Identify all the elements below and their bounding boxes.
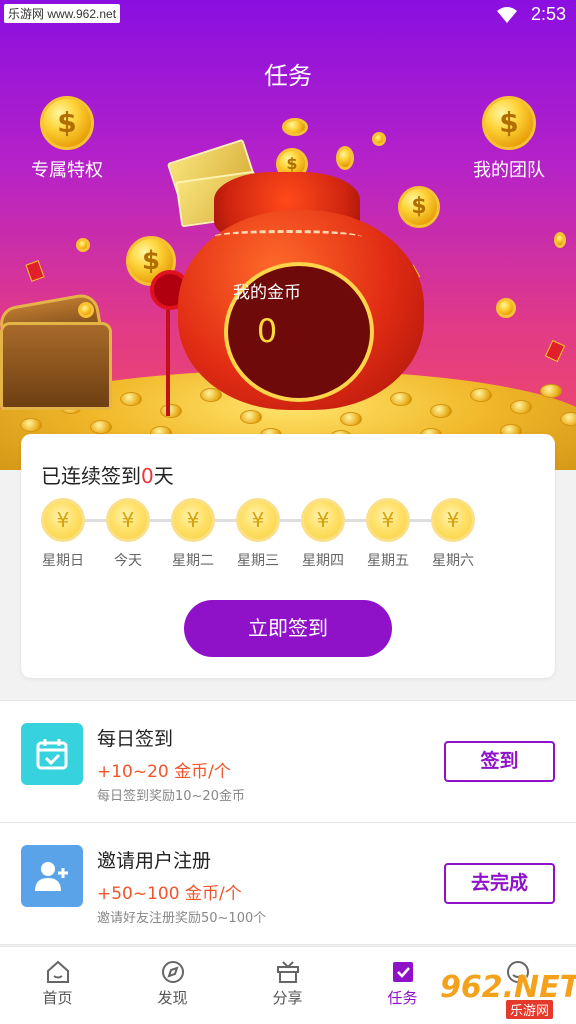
wifi-icon — [497, 7, 517, 23]
weekday-label: 星期二 — [172, 553, 214, 569]
weekday-coin-6: ¥ 星期六 — [423, 498, 483, 570]
exclusive-privilege-button[interactable]: $ 专属特权 — [12, 96, 122, 182]
dollar-coin-icon: $ — [482, 96, 536, 150]
task-description: 邀请好友注册奖励50~100个 — [97, 911, 267, 926]
pile-coin — [120, 392, 142, 406]
gold-balance-value: 0 — [256, 312, 278, 350]
coin-decoration — [282, 118, 308, 136]
page-title: 任务 — [264, 62, 312, 90]
money-bag-rope — [212, 230, 362, 244]
task-description: 每日签到奖励10~20金币 — [97, 789, 245, 804]
yen-coin-icon: ¥ — [301, 498, 345, 542]
weekday-coin-3: ¥ 星期三 — [228, 498, 288, 570]
home-icon — [46, 960, 69, 983]
pile-coin — [240, 410, 262, 424]
nav-label: 首页 — [42, 989, 73, 1007]
coin-decoration — [554, 232, 566, 248]
watermark-text: 乐游网 — [506, 1000, 554, 1019]
status-bar: 乐游网 www.962.net 2:53 — [0, 0, 576, 30]
sign-in-now-button[interactable]: 立即签到 — [184, 600, 392, 657]
pile-coin — [560, 412, 576, 426]
task-title: 邀请用户注册 — [97, 850, 212, 872]
my-team-button[interactable]: $ 我的团队 — [454, 96, 564, 182]
streak-days: 0 — [141, 464, 154, 488]
knot-tassel — [166, 306, 170, 416]
streak-suffix: 天 — [153, 464, 174, 488]
coin-decoration — [336, 146, 354, 170]
yen-coin-icon: ¥ — [41, 498, 85, 542]
weekday-label: 今天 — [114, 553, 142, 569]
weekday-label: 星期四 — [302, 553, 344, 569]
weekday-coin-0: ¥ 星期日 — [33, 498, 93, 570]
coin-decoration — [78, 302, 94, 318]
task-title: 每日签到 — [97, 728, 174, 750]
yen-coin-icon: ¥ — [431, 498, 475, 542]
pile-coin — [90, 420, 112, 434]
coin-decoration — [76, 238, 90, 252]
weekday-coin-5: ¥ 星期五 — [358, 498, 418, 570]
weekday-coin-1: ¥ 今天 — [98, 498, 158, 570]
yen-coin-icon: ¥ — [106, 498, 150, 542]
nav-label: 分享 — [272, 989, 303, 1007]
nav-item-home[interactable]: 首页 — [0, 959, 115, 1008]
add-user-icon — [21, 845, 83, 907]
pile-coin — [430, 404, 452, 418]
compass-icon — [161, 961, 184, 983]
weekday-label: 星期五 — [367, 553, 409, 569]
task-item-daily-signin: 每日签到 +10~20 金币/个 每日签到奖励10~20金币 签到 — [0, 701, 576, 823]
yen-coin-icon: ¥ — [366, 498, 410, 542]
nav-item-share[interactable]: 分享 — [230, 959, 345, 1008]
task-list: 每日签到 +10~20 金币/个 每日签到奖励10~20金币 签到 邀请用户注册… — [0, 701, 576, 945]
task-reward: +10~20 金币/个 — [97, 762, 231, 782]
dollar-coin-icon: $ — [40, 96, 94, 150]
pile-coin — [340, 412, 362, 426]
weekday-label: 星期六 — [432, 553, 474, 569]
my-team-label: 我的团队 — [473, 160, 545, 181]
pile-coin — [20, 418, 42, 432]
coin-decoration — [496, 298, 516, 318]
invite-complete-button[interactable]: 去完成 — [444, 863, 555, 904]
exclusive-privilege-label: 专属特权 — [31, 160, 103, 181]
pile-coin — [470, 388, 492, 402]
corner-watermark: 962.NET 乐游网 — [440, 970, 576, 1020]
red-envelope-decoration — [544, 339, 566, 363]
nav-label: 发现 — [157, 989, 188, 1007]
yen-coin-icon: ¥ — [236, 498, 280, 542]
signin-card: 已连续签到0天 ¥ 星期日 ¥ 今天 ¥ 星期二 ¥ 星期三 ¥ 星期四 ¥ 星期五 ¥ 星期六 立即签到 — [21, 434, 555, 678]
task-check-icon — [392, 962, 413, 982]
weekday-coin-4: ¥ 星期四 — [293, 498, 353, 570]
task-item-invite-register: 邀请用户注册 +50~100 金币/个 邀请好友注册奖励50~100个 去完成 — [0, 823, 576, 945]
weekday-coin-2: ¥ 星期二 — [163, 498, 223, 570]
signin-streak: 已连续签到0天 — [41, 460, 174, 489]
status-time: 2:53 — [530, 4, 566, 24]
yen-coin-icon: ¥ — [171, 498, 215, 542]
pile-coin — [160, 404, 182, 418]
calendar-check-icon — [21, 723, 83, 785]
coin-decoration — [372, 132, 386, 146]
treasure-chest — [0, 322, 112, 410]
red-envelope-decoration — [25, 260, 45, 282]
pile-coin — [390, 392, 412, 406]
gold-balance-label: 我的金币 — [233, 283, 301, 303]
gift-box-icon — [276, 961, 299, 983]
streak-prefix: 已连续签到 — [41, 464, 141, 488]
coin-decoration: $ — [398, 186, 440, 228]
weekday-label: 星期三 — [237, 553, 279, 569]
daily-signin-button[interactable]: 签到 — [444, 741, 555, 782]
site-watermark: 乐游网 www.962.net — [4, 4, 121, 23]
weekday-label: 星期日 — [42, 553, 84, 569]
task-reward: +50~100 金币/个 — [97, 884, 242, 904]
hero-banner: 乐游网 www.962.net 2:53 任务 $ $ $ 我的金币 0 $ 专… — [0, 0, 576, 470]
pile-coin — [540, 384, 562, 398]
pile-coin — [510, 400, 532, 414]
nav-item-discover[interactable]: 发现 — [115, 959, 230, 1008]
